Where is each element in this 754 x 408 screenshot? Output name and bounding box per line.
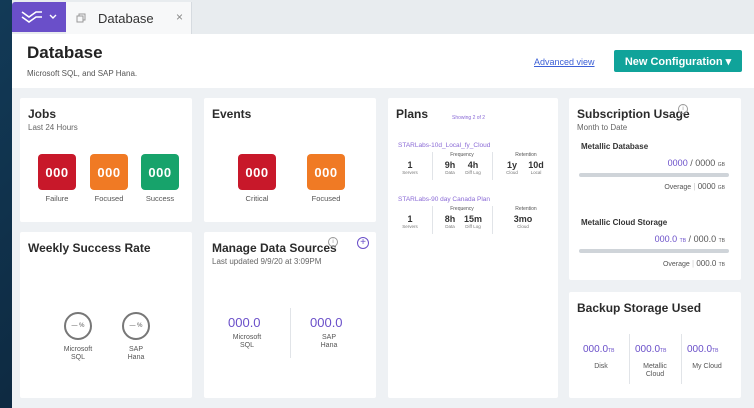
plan-data-frequency: 8h Data xyxy=(444,214,456,229)
data-source-label: Microsoft SQL xyxy=(232,334,262,349)
plan-diff-log-frequency: 4h Diff Log xyxy=(465,160,481,175)
page: Database Microsoft SQL, and SAP Hana. Ad… xyxy=(12,34,754,408)
plan-local-retention: 10d Local xyxy=(528,160,544,175)
subscription-usage-card: Subscription Usage i Month to Date Metal… xyxy=(569,98,741,280)
plans-card: Plans Showing 2 of 2 STARLabs-10d_Local_… xyxy=(388,98,558,398)
tab-database[interactable]: Database × xyxy=(66,2,192,34)
events-card: Events 000 000 Critical Focused xyxy=(204,98,376,222)
success-rate-label: Microsoft SQL xyxy=(63,346,93,361)
copy-icon xyxy=(74,11,88,25)
plan-frequency-header: Frequency xyxy=(450,206,474,212)
data-source-count[interactable]: 000.0 xyxy=(228,315,261,330)
plan-name[interactable]: STARLabs-90 day Canada Plan xyxy=(398,196,490,203)
plan-cloud-retention: 3mo Cloud xyxy=(513,214,533,229)
subscription-title: Subscription Usage xyxy=(577,107,690,121)
divider xyxy=(681,334,682,384)
backup-storage-label: Metallic Cloud xyxy=(643,363,667,378)
events-title: Events xyxy=(212,107,252,121)
backup-storage-value: 000.0TB xyxy=(583,344,615,355)
events-critical-tile[interactable]: 000 xyxy=(238,154,276,190)
events-focused-tile[interactable]: 000 xyxy=(307,154,345,190)
cloud-usage-bar xyxy=(579,249,729,253)
plan-diff-log-frequency: 15m Diff Log xyxy=(463,214,482,229)
plan-servers: 1 Servers xyxy=(402,160,418,175)
metallic-database-title: Metallic Database xyxy=(581,142,649,151)
plan-retention-header: Retention xyxy=(515,152,537,158)
jobs-focused-tile[interactable]: 000 xyxy=(90,154,128,190)
jobs-failure-label: Failure xyxy=(45,194,69,203)
tab-label: Database xyxy=(98,10,154,26)
backup-storage-label: Disk xyxy=(594,363,608,370)
jobs-success-tile[interactable]: 000 xyxy=(141,154,179,190)
metallic-cloud-storage-title: Metallic Cloud Storage xyxy=(581,218,668,227)
manage-data-sources-title: Manage Data Sources xyxy=(212,241,337,255)
cloud-overage: Overage | 000.0 TB xyxy=(662,259,725,268)
app-window: Database × Database Microsoft SQL, and S… xyxy=(0,0,754,408)
page-title: Database xyxy=(27,43,103,62)
manage-data-sources-card: Manage Data Sources i + Last updated 9/9… xyxy=(204,232,376,398)
events-critical-label: Critical xyxy=(245,194,269,203)
page-subtitle: Microsoft SQL, and SAP Hana. xyxy=(27,69,138,78)
plans-showing-count: Showing 2 of 2 xyxy=(452,115,486,121)
manage-data-sources-subtitle: Last updated 9/9/20 at 3:09PM xyxy=(212,257,322,266)
plan-name[interactable]: STARLabs-10d_Local_fy_Cloud xyxy=(398,142,490,149)
app-menu-button[interactable] xyxy=(12,2,66,32)
info-icon[interactable]: i xyxy=(678,104,688,114)
divider xyxy=(290,308,291,358)
backup-storage-value: 000.0TB xyxy=(635,344,667,355)
divider xyxy=(432,152,433,180)
db-usage-value: 0000 / 0000 GB xyxy=(667,158,725,168)
jobs-subtitle: Last 24 Hours xyxy=(28,123,78,132)
events-focused-label: Focused xyxy=(311,194,341,203)
jobs-title: Jobs xyxy=(28,107,57,121)
backup-storage-value: 000.0TB xyxy=(687,344,719,355)
jobs-failure-tile[interactable]: 000 xyxy=(38,154,76,190)
weekly-success-rate-card: Weekly Success Rate — % — % Microsoft SQL… xyxy=(20,232,192,398)
chevron-down-icon xyxy=(49,14,57,19)
plans-title: Plans xyxy=(396,107,429,121)
plan-retention-header: Retention xyxy=(515,206,537,212)
backup-storage-title: Backup Storage Used xyxy=(577,301,702,315)
data-source-label: SAP Hana xyxy=(320,334,338,349)
info-icon[interactable]: i xyxy=(328,237,338,247)
metallic-logo-icon xyxy=(21,11,42,23)
plan-servers: 1 Servers xyxy=(402,214,418,229)
jobs-card: Jobs Last 24 Hours 000 000 000 Failure F… xyxy=(20,98,192,222)
page-header: Database Microsoft SQL, and SAP Hana. Ad… xyxy=(12,34,754,88)
plan-frequency-header: Frequency xyxy=(450,152,474,158)
backup-storage-card: Backup Storage Used 000.0TB 000.0TB 000.… xyxy=(569,292,741,398)
backup-storage-label: My Cloud xyxy=(692,363,722,370)
plan-cloud-retention: 1y Cloud xyxy=(506,160,518,175)
divider xyxy=(492,206,493,234)
plan-data-frequency: 9h Data xyxy=(444,160,456,175)
success-rate-ring: — % xyxy=(122,312,150,340)
add-source-icon[interactable]: + xyxy=(357,237,369,249)
divider xyxy=(432,206,433,234)
divider xyxy=(492,152,493,180)
close-icon[interactable]: × xyxy=(176,10,183,24)
weekly-success-title: Weekly Success Rate xyxy=(28,241,151,255)
divider xyxy=(629,334,630,384)
subscription-subtitle: Month to Date xyxy=(577,123,628,132)
cloud-usage-value: 000.0 TB / 000.0 TB xyxy=(654,234,725,244)
success-rate-ring: — % xyxy=(64,312,92,340)
data-source-count[interactable]: 000.0 xyxy=(310,315,343,330)
jobs-success-label: Success xyxy=(145,194,175,203)
db-usage-bar xyxy=(579,173,729,177)
jobs-focused-label: Focused xyxy=(94,194,124,203)
new-configuration-button[interactable]: New Configuration ▾ xyxy=(614,50,742,72)
success-rate-label: SAP Hana xyxy=(127,346,145,361)
db-overage: Overage | 0000 GB xyxy=(664,182,725,191)
advanced-view-link[interactable]: Advanced view xyxy=(534,57,595,67)
